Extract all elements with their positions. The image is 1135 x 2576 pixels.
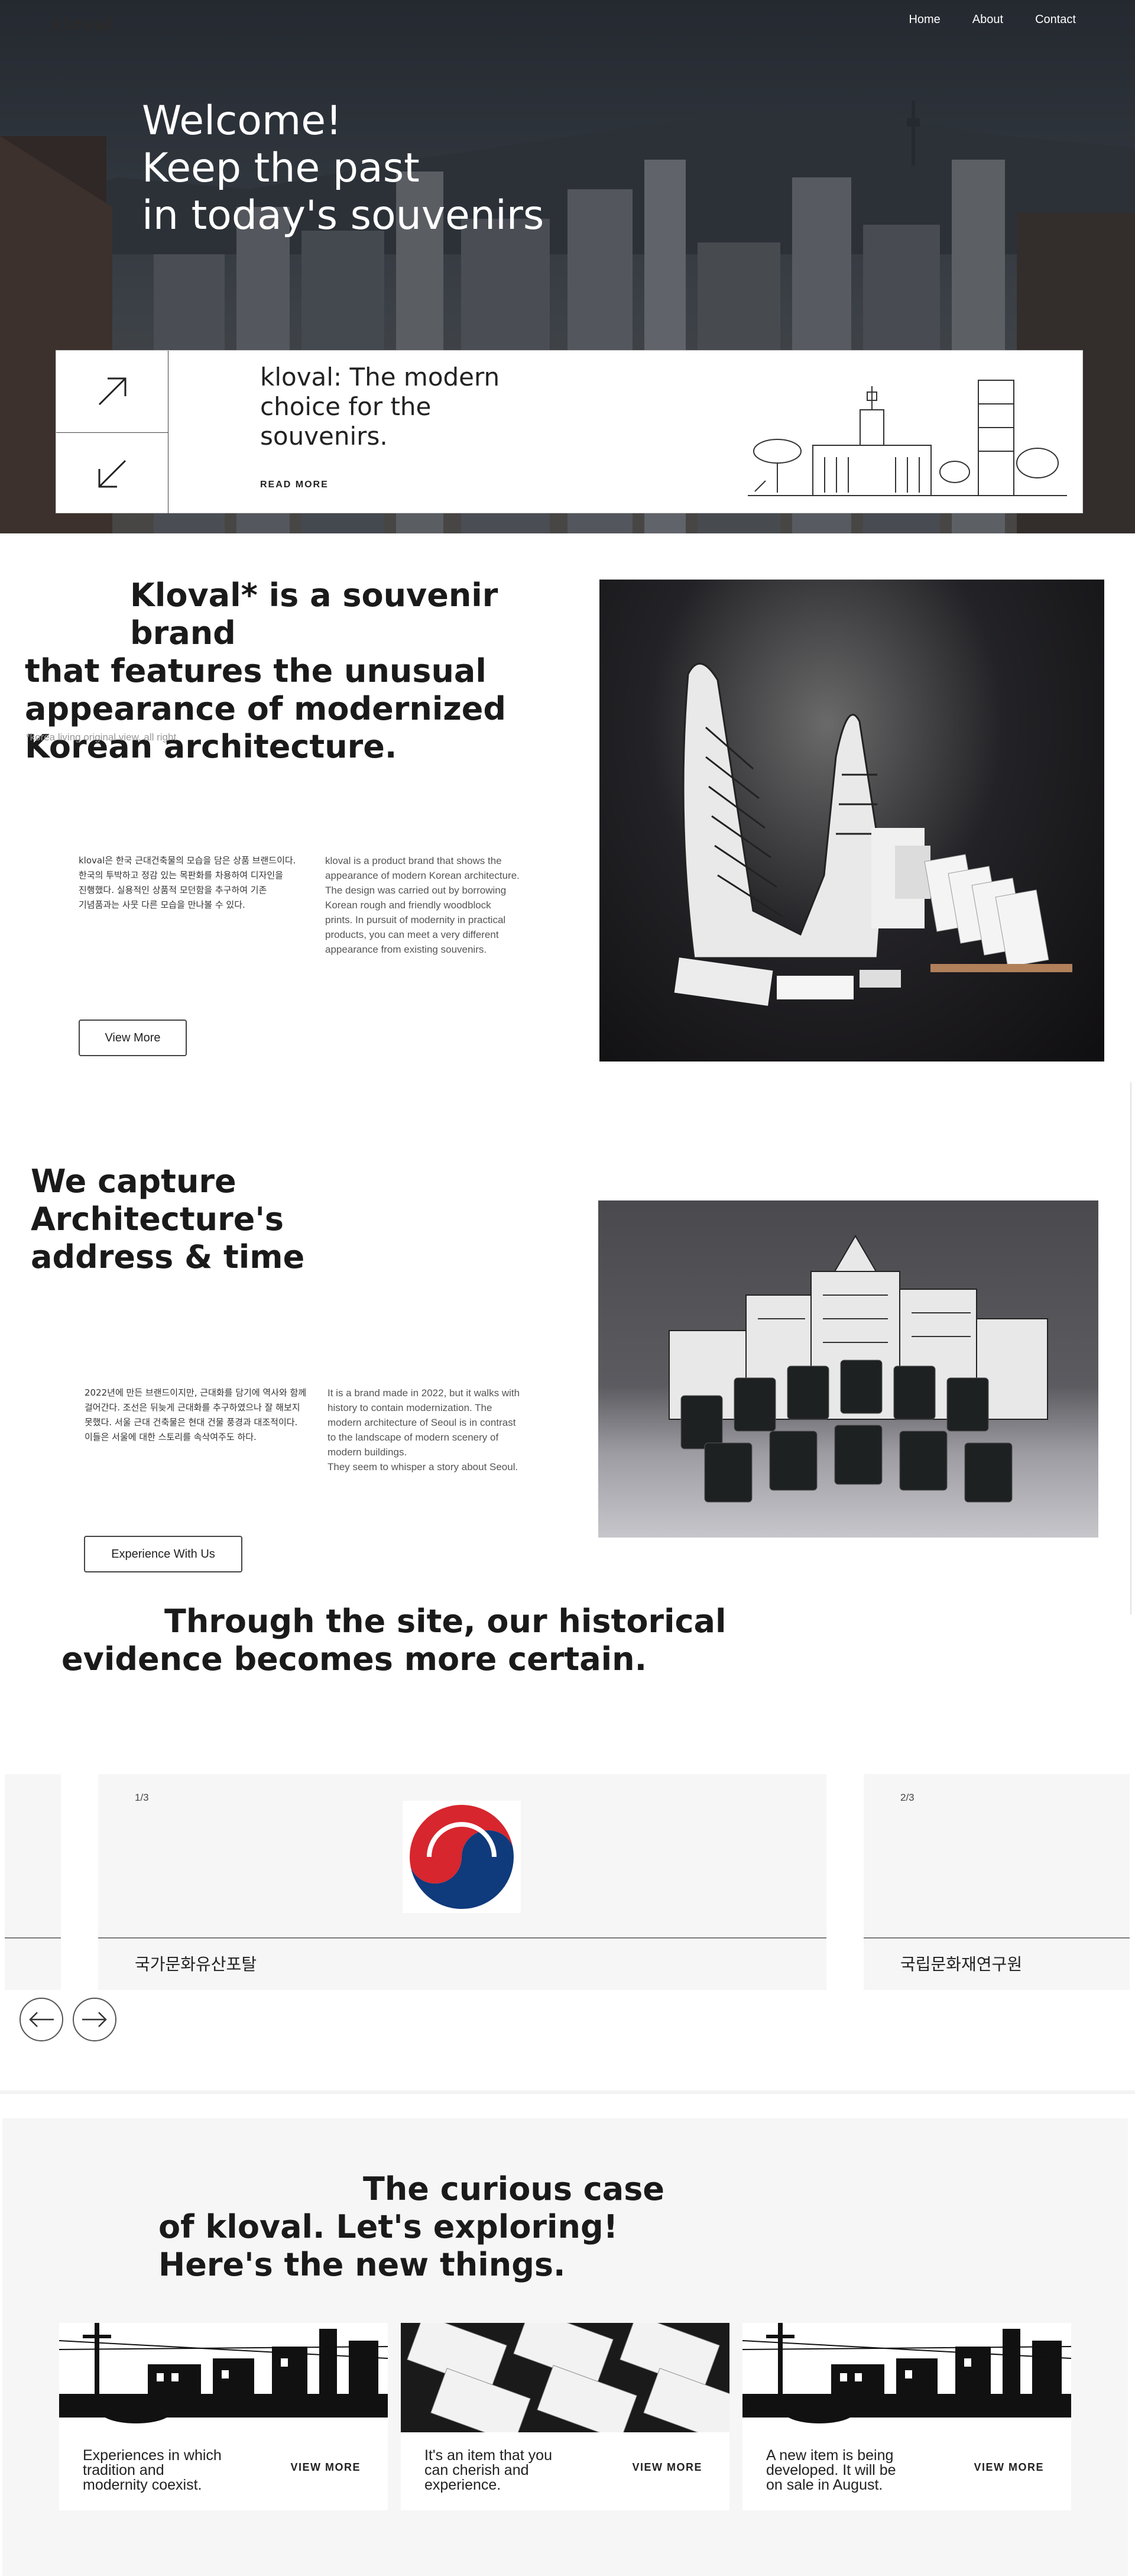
street-woodcut-image — [742, 2323, 1071, 2432]
hero-feature-card: kloval: The modern choice for the souven… — [56, 350, 1083, 514]
arrow-controls — [56, 351, 168, 514]
arrow-down-left-button[interactable] — [56, 432, 168, 514]
arrow-down-left-icon — [98, 459, 126, 487]
stamps-product-image — [669, 1235, 1048, 1503]
item-card[interactable]: Experiences in which tradition and moder… — [59, 2323, 388, 2510]
hero-title: Welcome! Keep the past in today's souven… — [142, 98, 544, 239]
korea-government-emblem-logo — [403, 1801, 521, 1913]
slide-previous-partial[interactable] — [5, 1774, 61, 1990]
brand-description-ko: kloval은 한국 근대건축물의 모습을 담은 상품 브랜드이다. 한국의 투… — [79, 855, 296, 910]
item-card-text: Experiences in which tradition and moder… — [83, 2447, 222, 2493]
item-card-text: It's an item that you can cherish and ex… — [424, 2447, 552, 2493]
view-more-link[interactable]: VIEW MORE — [974, 2461, 1044, 2474]
arrow-left-icon — [29, 2012, 54, 2027]
slide-title: 국가문화유산포탈 — [135, 1954, 257, 1974]
arrow-up-right-button[interactable] — [56, 351, 168, 432]
arrow-up-right-icon — [98, 377, 126, 406]
capture-description-ko: 2022년에 만든 브랜드이지만, 근대화를 담기에 역사와 함께 걸어간다. … — [85, 1387, 307, 1442]
slide-counter-next: 2/3 — [900, 1792, 915, 1803]
slide-counter: 1/3 — [135, 1792, 149, 1803]
street-woodcut-image — [59, 2323, 388, 2432]
slider-next-button[interactable] — [73, 1998, 116, 2041]
slider-prev-button[interactable] — [20, 1998, 63, 2041]
taegeuk-emblem-icon — [407, 1802, 516, 1911]
slide-next-partial[interactable]: 2/3 국립문화재연구원 — [864, 1774, 1130, 1990]
slide-title-next: 국립문화재연구원 — [900, 1954, 1023, 1974]
view-more-link[interactable]: VIEW MORE — [632, 2461, 702, 2474]
brand-footnote: *korea living original view, all right — [26, 732, 177, 743]
tote-bag-product-image — [674, 662, 1072, 1006]
view-more-button[interactable]: View More — [79, 1020, 187, 1056]
nav-contact-link[interactable]: Contact — [1035, 13, 1076, 27]
site-heading: Through the site, our historical evidenc… — [61, 1603, 727, 1678]
capture-heading: We capture Architecture's address & time — [31, 1163, 305, 1276]
product-photo-stamps — [598, 1200, 1098, 1538]
capture-description-en: It is a brand made in 2022, but it walks… — [327, 1387, 520, 1473]
experience-with-us-button[interactable]: Experience With Us — [84, 1536, 242, 1572]
item-card[interactable]: A new item is being developed. It will b… — [742, 2323, 1071, 2510]
resource-slider: 1/3 국가문화유산포탈 2/3 국립문화재연구원 — [0, 1774, 1135, 1990]
nav-about-link[interactable]: About — [972, 13, 1003, 27]
brand-description-en: kloval is a product brand that shows the… — [325, 855, 520, 955]
main-nav: Home About Contact — [909, 13, 1076, 27]
curious-heading: The curious case of kloval. Let's explor… — [158, 2170, 664, 2283]
read-more-link[interactable]: READ MORE — [260, 480, 329, 490]
product-photo-bag — [599, 580, 1104, 1062]
item-card-text: A new item is being developed. It will b… — [766, 2447, 896, 2493]
postcards-image — [401, 2323, 729, 2432]
arrow-right-icon — [82, 2012, 107, 2027]
slide-current[interactable]: 1/3 국가문화유산포탈 — [98, 1774, 826, 1990]
new-items-cards: Experiences in which tradition and moder… — [59, 2323, 1071, 2510]
site-logo[interactable]: kloval — [51, 14, 114, 35]
item-card[interactable]: It's an item that you can cherish and ex… — [401, 2323, 729, 2510]
hero-banner: kloval Home About Contact Welcome! Keep … — [0, 0, 1135, 533]
nav-home-link[interactable]: Home — [909, 13, 940, 27]
building-sketch-illustration — [748, 380, 1067, 496]
card-title: kloval: The modern choice for the souven… — [260, 363, 500, 451]
view-more-link[interactable]: VIEW MORE — [290, 2461, 361, 2474]
